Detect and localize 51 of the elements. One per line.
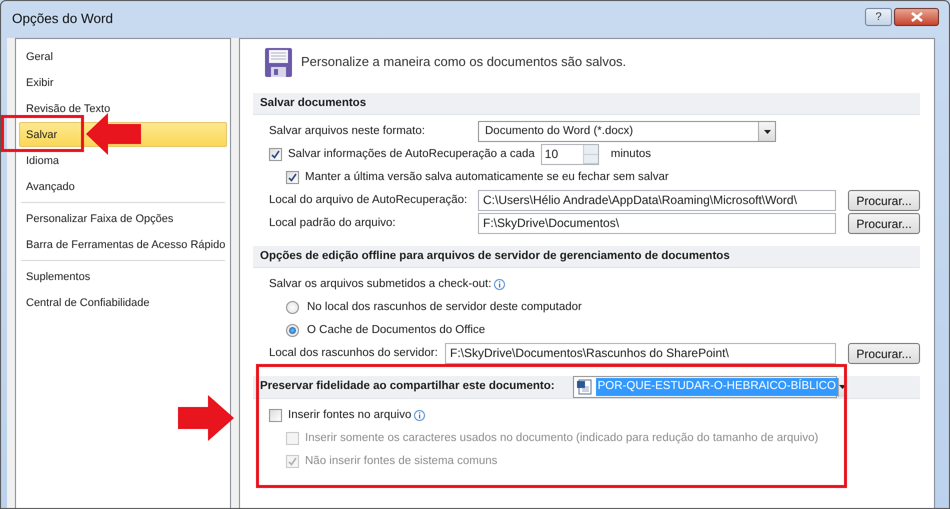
window-title: Opções do Word [12, 10, 114, 28]
help-button[interactable]: ? [865, 8, 892, 26]
checkbox[interactable] [269, 148, 282, 161]
checkbox[interactable] [269, 409, 282, 422]
checkbox-label: Não inserir fontes de sistema comuns [305, 454, 498, 469]
field-label: Local padrão do arquivo: [269, 216, 397, 231]
radio-label: No local dos rascunhos de servidor deste computador [307, 300, 582, 315]
dropdown-button[interactable] [758, 122, 775, 141]
field-label: Salvar arquivos neste formato: [269, 124, 426, 139]
section-title: Opções de edição offline para arquivos de servidor de gerenciamento de documentos [260, 248, 730, 264]
page-heading: Personalize a maneira como os documentos são salvos. [301, 53, 626, 72]
caret-icon [764, 130, 770, 134]
arrow-icon [178, 395, 234, 441]
radio-button[interactable] [286, 301, 299, 314]
sidebar-item[interactable]: Revisão de Texto [19, 96, 227, 121]
sidebar-item[interactable]: Barra de Ferramentas de Acesso Rápido [19, 232, 227, 257]
dropdown-value: POR-QUE-ESTUDAR-O-HEBRAICO-BÍBLICO [596, 378, 838, 396]
sidebar-item[interactable]: Suplementos [19, 264, 227, 289]
browse-button[interactable]: Procurar... [848, 343, 920, 364]
section-title: Preservar fidelidade ao compartilhar este documento: [260, 379, 555, 394]
sidebar-item[interactable]: Exibir [19, 70, 227, 95]
sidebar-item[interactable]: Avançado [19, 174, 227, 199]
checkbox-label: Inserir somente os caracteres usados no documento (indicado para redução do tamanho de arquivo) [305, 430, 818, 446]
sidebar-item[interactable]: Central de Confiabilidade [19, 290, 227, 315]
arrow-icon [86, 113, 142, 155]
sidebar-item[interactable]: Idioma [19, 148, 227, 173]
close-button[interactable] [894, 8, 939, 26]
unit-label: minutos [610, 146, 652, 162]
section-title: Salvar documentos [260, 96, 366, 111]
checkbox-label: Salvar informações de AutoRecuperação a cada [288, 146, 535, 162]
checkbox-label: Manter a última versão salva automaticamente se eu fechar sem salvar [305, 170, 669, 185]
field-label: Local do arquivo de AutoRecuperação: [269, 192, 468, 208]
sidebar-item[interactable]: Geral [19, 44, 227, 69]
checkbox[interactable] [286, 171, 299, 184]
caret-icon [838, 385, 846, 389]
format-dropdown[interactable]: Documento do Word (*.docx) [478, 121, 776, 142]
browse-button[interactable]: Procurar... [848, 213, 920, 234]
field-label: Local dos rascunhos do servidor: [269, 346, 439, 361]
path-field[interactable]: C:\Users\Hélio Andrade\AppData\Roaming\Microsoft\Word\ [478, 190, 836, 211]
sidebar-item[interactable]: Personalizar Faixa de Opções [19, 206, 227, 231]
path-field[interactable]: F:\SkyDrive\Documentos\ [478, 213, 836, 234]
browse-button[interactable]: Procurar... [848, 190, 920, 211]
document-icon [576, 379, 592, 395]
radio-button[interactable] [286, 324, 299, 337]
radio-label: O Cache de Documentos do Office [307, 322, 486, 338]
minutes-spinner[interactable]: 10 [540, 144, 599, 165]
close-icon [910, 12, 924, 22]
dropdown-value: Documento do Word (*.docx) [484, 124, 634, 139]
field-label: Salvar os arquivos submetidos a check-out: [269, 276, 492, 292]
checkbox-label: Inserir fontes no arquivo [288, 408, 412, 423]
path-field[interactable]: F:\SkyDrive\Documentos\Rascunhos do SharePoint\ [445, 343, 836, 364]
